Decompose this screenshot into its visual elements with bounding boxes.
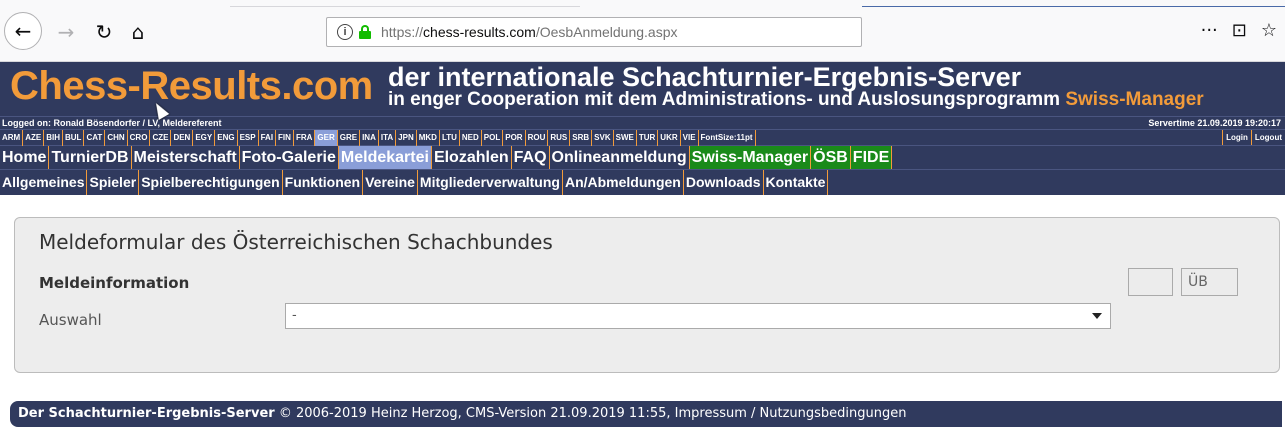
sub-menu-item[interactable]: Spieler: [87, 170, 140, 195]
ub-button[interactable]: ÜB: [1181, 268, 1238, 296]
main-menu-item[interactable]: FIDE: [850, 146, 893, 169]
language-link[interactable]: ROU: [526, 130, 549, 146]
language-link[interactable]: FIN: [276, 130, 294, 146]
chevron-down-icon: [1092, 313, 1102, 319]
language-link[interactable]: DEN: [171, 130, 194, 146]
sub-menu: Allgemeines Spieler Spielberechtigungen Fun…: [0, 169, 1285, 195]
site-logo[interactable]: Chess-Results.com: [10, 64, 373, 109]
language-link[interactable]: TUR: [637, 130, 659, 146]
url-bar[interactable]: i https://chess-results.com/OesbAnmeldun…: [326, 17, 862, 47]
footer: Der Schachturnier-Ergebnis-Server © 2006…: [10, 401, 1282, 427]
main-menu-item[interactable]: Home: [0, 146, 50, 169]
auswahl-select[interactable]: -: [285, 303, 1111, 329]
swiss-manager-highlight: Swiss-Manager: [1065, 89, 1204, 110]
main-menu-item[interactable]: Meisterschaft: [132, 146, 240, 169]
url-path: /OesbAnmeldung.aspx: [535, 24, 678, 40]
tagline-sub: in enger Cooperation mit dem Administrat…: [388, 89, 1204, 111]
language-link[interactable]: LTU: [440, 130, 460, 146]
sub-menu-item[interactable]: Spielberechtigungen: [139, 170, 283, 195]
language-link[interactable]: SVK: [592, 130, 614, 146]
language-link[interactable]: GER: [315, 130, 338, 146]
main-menu-item[interactable]: Meldekartei: [338, 146, 432, 169]
main-menu-item[interactable]: Swiss-Manager: [689, 146, 812, 169]
login-link[interactable]: Login: [1222, 130, 1251, 145]
section-heading: Meldeinformation: [39, 274, 190, 292]
back-icon[interactable]: ←: [4, 12, 42, 50]
language-link[interactable]: VIE: [681, 130, 699, 146]
language-link[interactable]: INA: [360, 130, 379, 146]
language-bar: ARM AZE BIH BUL CAT CHN CRO CZE DEN EGY ENG ESP FAI F…: [0, 129, 1285, 146]
language-link[interactable]: RUS: [548, 130, 571, 146]
small-input-field[interactable]: [1128, 268, 1173, 296]
sub-menu-item[interactable]: Vereine: [363, 170, 418, 195]
footer-brand: Der Schachturnier-Ergebnis-Server: [18, 406, 275, 421]
language-link[interactable]: SWE: [614, 130, 637, 146]
language-link[interactable]: CAT: [84, 130, 106, 146]
forward-icon[interactable]: →: [50, 16, 82, 48]
main-menu-item[interactable]: TurnierDB: [49, 146, 132, 169]
language-link[interactable]: POL: [482, 130, 504, 146]
main-menu-item[interactable]: FAQ: [512, 146, 550, 169]
language-link[interactable]: GRE: [338, 130, 361, 146]
sub-menu-item[interactable]: Downloads: [684, 170, 764, 195]
language-link[interactable]: CRO: [128, 130, 151, 146]
main-menu-item[interactable]: Onlineanmeldung: [550, 146, 690, 169]
auswahl-selected-value: -: [292, 308, 297, 323]
sub-menu-item[interactable]: Kontakte: [764, 170, 829, 195]
logged-on-text: Logged on: Ronald Bösendorfer / LV, Meld…: [2, 118, 222, 128]
bookmark-star-icon[interactable]: ☆: [1261, 20, 1277, 41]
language-link[interactable]: AZE: [23, 130, 45, 146]
language-link[interactable]: ENG: [215, 130, 238, 146]
footer-text[interactable]: © 2006-2019 Heinz Herzog, CMS-Version 21…: [275, 406, 907, 421]
language-link[interactable]: ARM: [0, 130, 24, 146]
info-icon[interactable]: i: [337, 24, 353, 40]
sub-menu-item[interactable]: Allgemeines: [0, 170, 88, 195]
more-icon[interactable]: ···: [1201, 20, 1218, 41]
auswahl-label: Auswahl: [39, 311, 102, 329]
logout-link[interactable]: Logout: [1250, 130, 1285, 145]
status-row: Logged on: Ronald Bösendorfer / LV, Meld…: [0, 116, 1285, 129]
language-link[interactable]: ITA: [379, 130, 397, 146]
language-link[interactable]: CHN: [105, 130, 128, 146]
lock-icon[interactable]: [359, 25, 371, 39]
main-menu-item[interactable]: ÖSB: [811, 146, 851, 169]
tagline-sub-text: in enger Cooperation mit dem Administrat…: [388, 89, 1066, 110]
tab-divider: [230, 6, 580, 7]
banner: Chess-Results.com der internationale Sch…: [0, 62, 1285, 116]
servertime-text: Servertime 21.09.2019 19:20:17: [1148, 118, 1281, 128]
language-link[interactable]: FAI: [259, 130, 277, 146]
browser-toolbar: ← → ↻ ⌂ i https://chess-results.com/Oesb…: [0, 0, 1285, 62]
sub-menu-item[interactable]: Funktionen: [283, 170, 364, 195]
reload-icon[interactable]: ↻: [88, 16, 120, 48]
language-link[interactable]: POR: [503, 130, 526, 146]
language-link[interactable]: FontSize:11pt: [699, 130, 756, 146]
home-icon[interactable]: ⌂: [122, 16, 154, 48]
main-menu-item[interactable]: Elozahlen: [432, 146, 512, 169]
pocket-icon[interactable]: ⊡: [1232, 20, 1247, 41]
sub-menu-item[interactable]: An/Abmeldungen: [563, 170, 684, 195]
language-link[interactable]: CZE: [150, 130, 172, 146]
language-link[interactable]: BUL: [63, 130, 85, 146]
tagline-main: der internationale Schachturnier-Ergebni…: [388, 62, 1022, 92]
sub-menu-item[interactable]: Mitgliederverwaltung: [418, 170, 563, 195]
language-link[interactable]: UKR: [658, 130, 681, 146]
tab-divider: [862, 6, 1285, 7]
registration-form-panel: Meldeformular des Österreichischen Schac…: [14, 217, 1280, 373]
language-link[interactable]: SRB: [570, 130, 593, 146]
main-menu-item[interactable]: Foto-Galerie: [240, 146, 339, 169]
url-host: chess-results.com: [423, 24, 536, 40]
language-link[interactable]: NED: [460, 130, 482, 146]
main-menu: Home TurnierDB Meisterschaft Foto-Galerie Me…: [0, 145, 1285, 169]
language-link[interactable]: FRA: [294, 130, 316, 146]
language-link[interactable]: MKD: [417, 130, 440, 146]
language-link[interactable]: BIH: [44, 130, 63, 146]
language-link[interactable]: EGY: [193, 130, 216, 146]
language-link[interactable]: ESP: [238, 130, 259, 146]
site-header: Chess-Results.com der internationale Sch…: [0, 62, 1285, 195]
language-link[interactable]: JPN: [396, 130, 417, 146]
form-title: Meldeformular des Österreichischen Schac…: [39, 230, 553, 254]
url-prefix: https://: [381, 24, 424, 40]
